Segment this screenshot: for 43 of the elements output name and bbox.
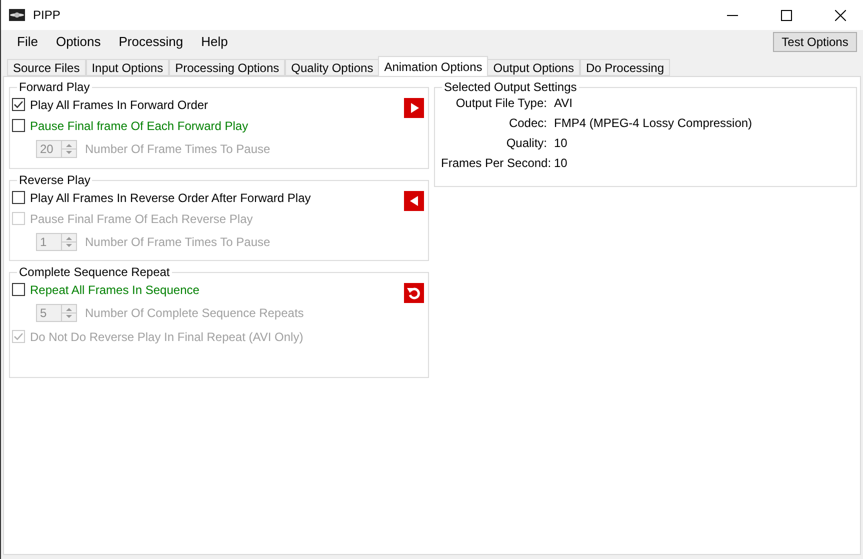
maximize-icon <box>780 10 792 20</box>
checkbox-label: Pause Final frame Of Each Forward Play <box>30 118 248 132</box>
reverse-play-icon[interactable] <box>404 191 424 211</box>
checkbox-label: Repeat All Frames In Sequence <box>30 282 200 296</box>
checkbox[interactable] <box>12 98 25 111</box>
tab[interactable]: Do Processing <box>580 59 670 76</box>
tab[interactable]: Output Options <box>487 59 580 76</box>
setting-label: Codec: <box>508 116 547 130</box>
menu-item[interactable]: Options <box>46 34 110 49</box>
setting-label: Quality: <box>505 136 547 150</box>
group-title: Forward Play <box>18 80 91 94</box>
repeat-icon[interactable] <box>404 283 424 303</box>
tab[interactable]: Quality Options <box>285 59 380 76</box>
tab[interactable]: Processing Options <box>169 59 286 76</box>
checkbox-label: Pause Final Frame Of Each Reverse Play <box>30 212 253 226</box>
checkbox[interactable] <box>12 283 25 296</box>
setting-value: AVI <box>554 96 574 110</box>
play-icon[interactable] <box>404 98 424 118</box>
checkbox[interactable] <box>12 191 25 204</box>
tab[interactable]: Animation Options <box>378 56 488 76</box>
group-title: Reverse Play <box>18 173 92 187</box>
menu-item[interactable]: Help <box>192 34 237 49</box>
setting-value: 10 <box>554 156 568 170</box>
tab[interactable]: Source Files <box>7 59 86 76</box>
spinner-label: Number Of Complete Sequence Repeats <box>85 306 304 320</box>
menu-item[interactable]: File <box>8 34 47 49</box>
tab[interactable]: Input Options <box>86 59 170 76</box>
app-logo-icon <box>9 9 25 21</box>
group-title: Selected Output Settings <box>443 80 578 94</box>
menu-item[interactable]: Processing <box>110 34 192 49</box>
test-options-button[interactable]: Test Options <box>773 32 857 52</box>
group-title: Complete Sequence Repeat <box>18 265 171 279</box>
checkbox-label: Play All Frames In Reverse Order After Forward Play <box>30 190 311 204</box>
setting-value: 10 <box>554 136 568 150</box>
checkbox-label: Play All Frames In Forward Order <box>30 98 208 112</box>
close-icon <box>834 10 846 20</box>
spinner-label: Number Of Frame Times To Pause <box>85 235 270 249</box>
setting-value: FMP4 (MPEG-4 Lossy Compression) <box>554 116 754 130</box>
checkbox[interactable] <box>12 119 25 132</box>
setting-label: Output File Type: <box>454 96 547 110</box>
spinner-label: Number Of Frame Times To Pause <box>85 142 270 156</box>
checkbox-label: Do Not Do Reverse Play In Final Repeat (AVI Only) <box>30 330 304 344</box>
window-title: PIPP <box>33 8 62 22</box>
